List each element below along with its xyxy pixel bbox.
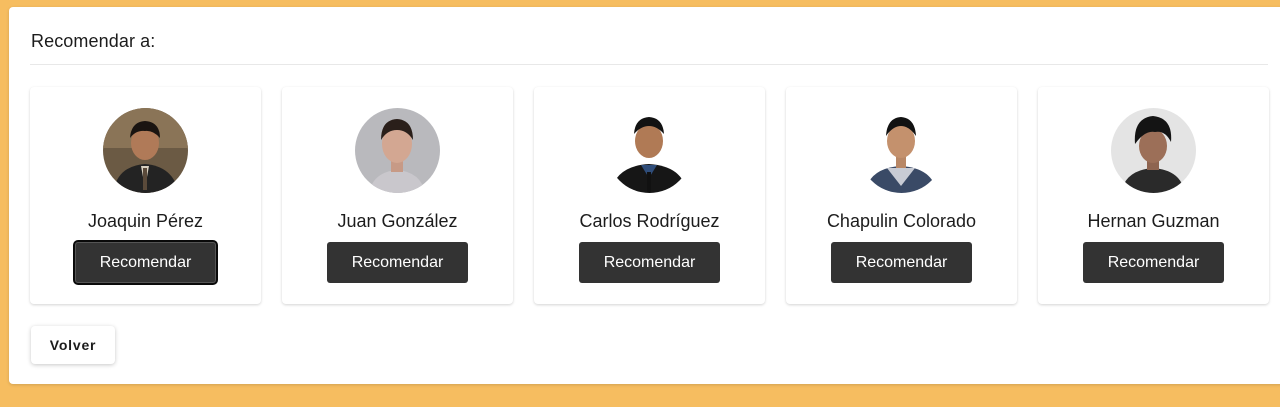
person-card: Chapulin Colorado Recomendar: [786, 87, 1017, 304]
recommend-button[interactable]: Recomendar: [73, 240, 218, 285]
back-button[interactable]: Volver: [31, 326, 115, 364]
person-name: Chapulin Colorado: [826, 211, 977, 231]
people-list: Joaquin Pérez Recomendar Juan González R…: [30, 87, 1269, 304]
person-card: Joaquin Pérez Recomendar: [30, 87, 261, 304]
avatar: [355, 108, 440, 193]
recommend-button[interactable]: Recomendar: [579, 242, 720, 283]
person-card: Carlos Rodríguez Recomendar: [534, 87, 765, 304]
avatar: [607, 108, 692, 193]
recommend-panel: Recomendar a: Joaquin Pérez Recomendar J…: [9, 7, 1280, 384]
recommend-button[interactable]: Recomendar: [1083, 242, 1224, 283]
person-name: Hernan Guzman: [1087, 211, 1220, 231]
person-name: Juan González: [337, 211, 458, 231]
person-card: Hernan Guzman Recomendar: [1038, 87, 1269, 304]
avatar: [1111, 108, 1196, 193]
recommend-button[interactable]: Recomendar: [831, 242, 972, 283]
avatar: [859, 108, 944, 193]
avatar: [103, 108, 188, 193]
divider: [30, 64, 1268, 65]
person-name: Carlos Rodríguez: [579, 211, 720, 231]
person-name: Joaquin Pérez: [87, 211, 204, 231]
person-card: Juan González Recomendar: [282, 87, 513, 304]
recommend-button[interactable]: Recomendar: [327, 242, 468, 283]
panel-title: Recomendar a:: [31, 31, 156, 51]
